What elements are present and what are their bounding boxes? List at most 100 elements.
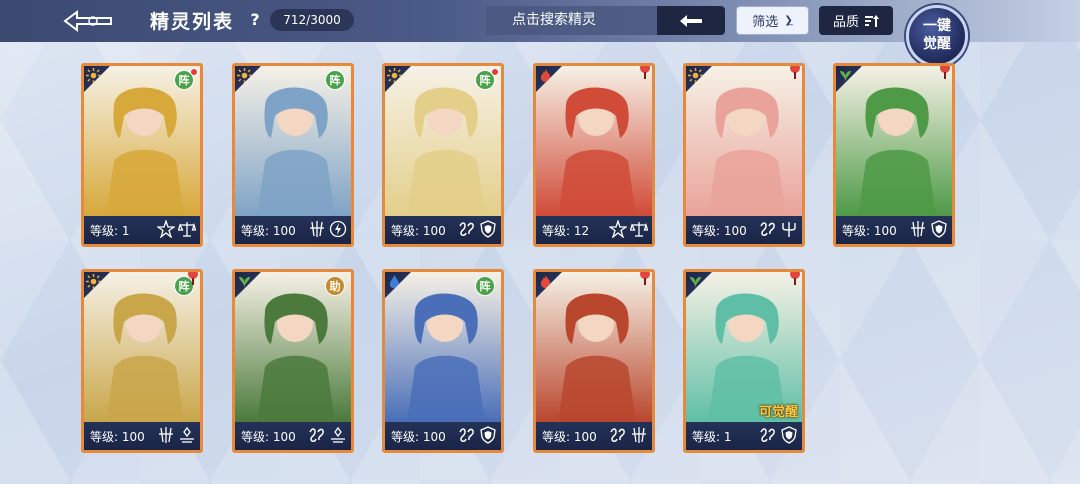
pet-card[interactable]: 等级: 100 (833, 63, 955, 247)
shield-icon (780, 426, 798, 448)
notification-dot (190, 68, 198, 76)
filter-label: 筛选 (752, 15, 779, 30)
card-footer: 等级: 100 (686, 216, 802, 244)
pin-icon (640, 66, 650, 79)
wave-icon (458, 220, 476, 242)
card-footer: 等级: 100 (385, 422, 501, 450)
pet-card[interactable]: 等级: 100 (533, 269, 655, 453)
level-label: 等级: 12 (542, 223, 590, 238)
awaken-label-2: 觉醒 (923, 36, 951, 52)
claw-icon (308, 220, 326, 242)
back-button[interactable] (60, 6, 116, 36)
pet-card[interactable]: 助 等级: 100 (232, 269, 354, 453)
search-button[interactable] (657, 6, 725, 35)
level-label: 等级: 100 (241, 223, 296, 238)
shield-icon (479, 220, 497, 242)
level-label: 等级: 100 (692, 223, 747, 238)
lightning-icon (329, 220, 347, 242)
formation-badge: 阵 (325, 70, 345, 90)
stat-icons (607, 218, 649, 242)
scale-icon (629, 220, 649, 242)
card-footer: 等级: 100 (385, 216, 501, 244)
level-label: 等级: 100 (391, 429, 446, 444)
arrow-left-icon (680, 14, 702, 27)
stat-icons (308, 426, 347, 448)
stat-icons (157, 426, 196, 448)
claw-icon (909, 220, 927, 242)
notification-dot (491, 68, 499, 76)
scale-icon (177, 220, 197, 242)
pet-card[interactable]: 阵 等级: 100 (81, 269, 203, 453)
pet-card[interactable]: 阵 等级: 100 (382, 63, 504, 247)
pin-icon (940, 66, 950, 79)
wave-icon (609, 426, 627, 448)
help-icon[interactable]: ? (244, 9, 266, 31)
stat-icons (759, 220, 798, 242)
search-input[interactable]: 点击搜索精灵 (486, 6, 658, 35)
pet-portrait (536, 66, 652, 216)
level-label: 等级: 100 (542, 429, 597, 444)
awaken-label-1: 一键 (923, 18, 951, 34)
stat-icons (458, 220, 497, 242)
card-footer: 等级: 100 (235, 216, 351, 244)
chevron-down-icon: ❯̲ (784, 15, 793, 26)
pet-card[interactable]: 阵 等级: 100 (382, 269, 504, 453)
pet-count: 712/3000 (270, 9, 354, 31)
balance-icon (178, 426, 196, 448)
pet-card[interactable]: 可觉醒 等级: 1 (683, 269, 805, 453)
card-footer: 等级: 1 (84, 216, 200, 244)
star-icon (607, 218, 629, 242)
pet-portrait (686, 66, 802, 216)
pet-portrait (536, 272, 652, 422)
level-label: 等级: 1 (692, 429, 732, 444)
formation-badge: 阵 (475, 276, 495, 296)
star-icon (155, 218, 177, 242)
balance-icon (329, 426, 347, 448)
shield-icon (479, 426, 497, 448)
quality-sort-button[interactable]: 品质 (819, 6, 893, 35)
sort-icon (865, 14, 879, 27)
wave-icon (759, 426, 777, 448)
stat-icons (609, 426, 648, 448)
back-arrow-icon (63, 10, 112, 32)
card-footer: 等级: 100 (536, 422, 652, 450)
pet-card[interactable]: 阵 等级: 100 (232, 63, 354, 247)
card-footer: 等级: 100 (84, 422, 200, 450)
formation-badge: 助 (325, 276, 345, 296)
pet-portrait (836, 66, 952, 216)
pin-icon (188, 272, 198, 285)
trident-icon (780, 220, 798, 242)
stat-icons (909, 220, 948, 242)
level-label: 等级: 100 (241, 429, 296, 444)
wave-icon (759, 220, 777, 242)
pet-portrait (686, 272, 802, 422)
card-footer: 等级: 100 (235, 422, 351, 450)
claw-icon (157, 426, 175, 448)
awakenable-tag: 可觉醒 (758, 405, 798, 420)
level-label: 等级: 1 (90, 223, 130, 238)
pin-icon (790, 66, 800, 79)
shield-icon (930, 220, 948, 242)
wave-icon (308, 426, 326, 448)
one-click-awaken-button[interactable]: 一键 觉醒 (906, 5, 968, 67)
pet-card[interactable]: 等级: 12 (533, 63, 655, 247)
pin-icon (640, 272, 650, 285)
stat-icons (458, 426, 497, 448)
level-label: 等级: 100 (391, 223, 446, 238)
level-label: 等级: 100 (90, 429, 145, 444)
claw-icon (630, 426, 648, 448)
stat-icons (759, 426, 798, 448)
pin-icon (790, 272, 800, 285)
level-label: 等级: 100 (842, 223, 897, 238)
card-footer: 等级: 1 (686, 422, 802, 450)
stat-icons (155, 218, 197, 242)
filter-button[interactable]: 筛选 ❯̲ (736, 6, 809, 35)
quality-label: 品质 (832, 15, 859, 30)
card-footer: 等级: 100 (836, 216, 952, 244)
stat-icons (308, 220, 347, 242)
card-footer: 等级: 12 (536, 216, 652, 244)
wave-icon (458, 426, 476, 448)
page-title: 精灵列表 (150, 11, 235, 33)
pet-card[interactable]: 等级: 100 (683, 63, 805, 247)
pet-card[interactable]: 阵 等级: 1 (81, 63, 203, 247)
